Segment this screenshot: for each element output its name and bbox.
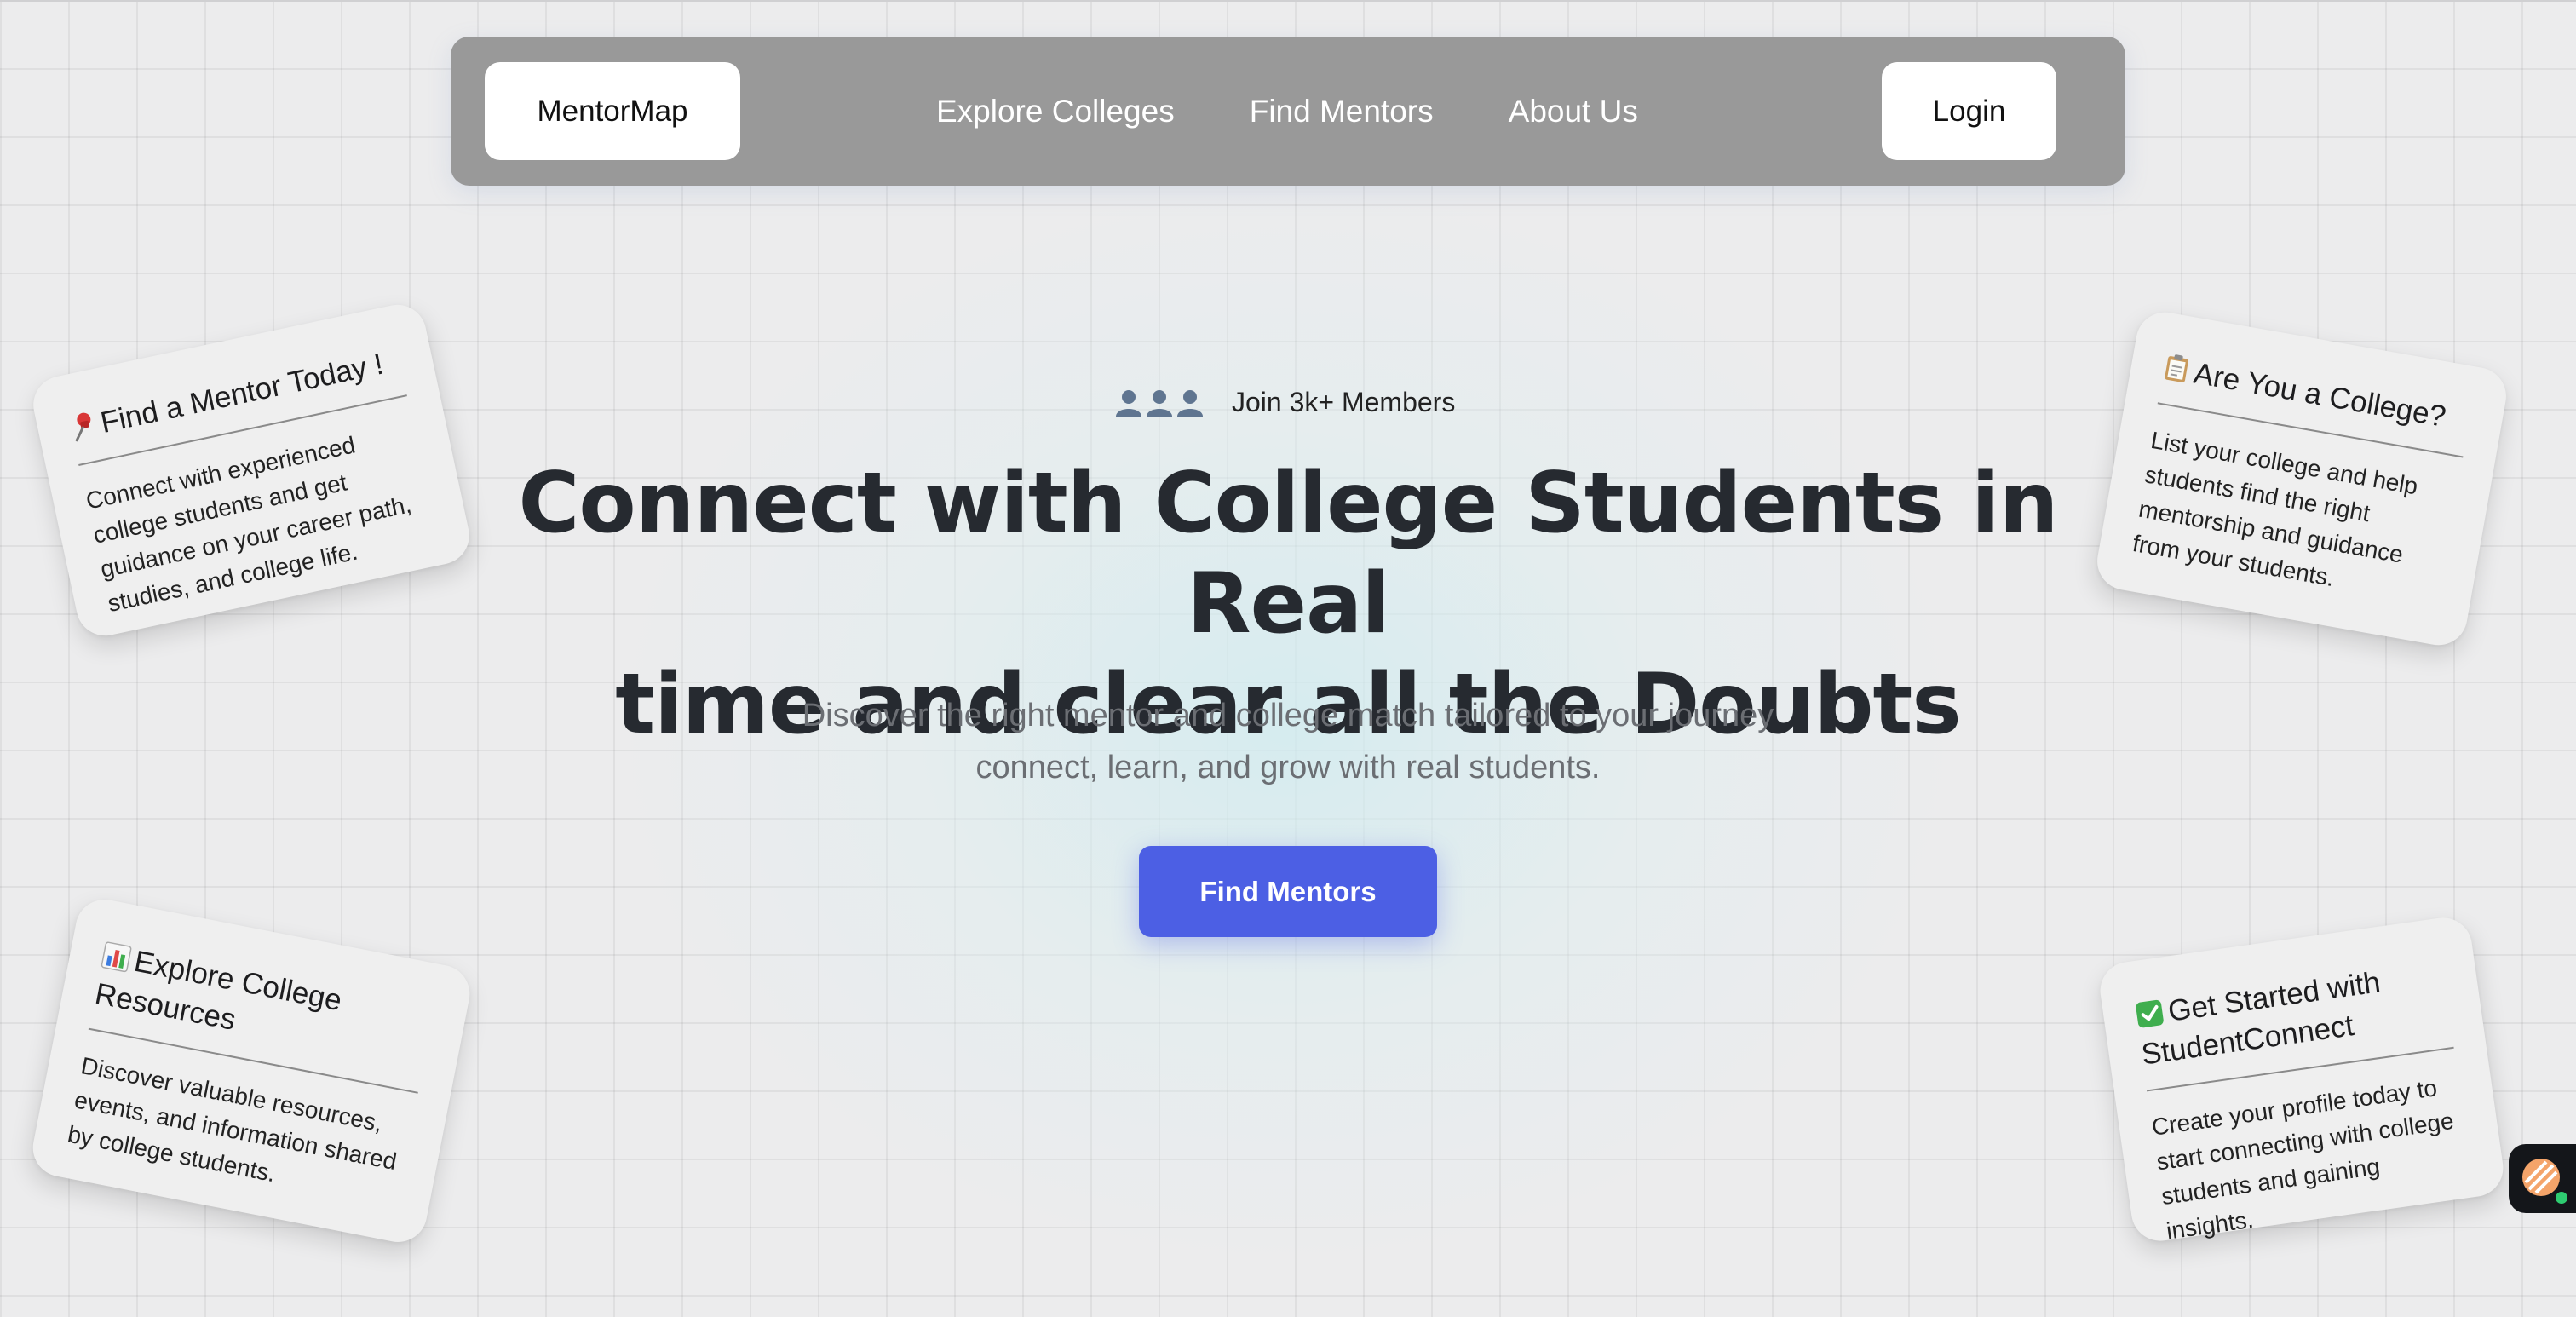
brand-button[interactable]: MentorMap	[485, 62, 740, 160]
users-icon	[1114, 388, 1206, 417]
nav-link-about-us[interactable]: About Us	[1509, 94, 1638, 129]
user-icon	[1147, 390, 1172, 417]
online-status-dot	[2552, 1188, 2570, 1206]
card-title-text: Find a Mentor Today !	[97, 347, 387, 440]
hero-subtitle-line-1: Discover the right mentor and college ma…	[802, 698, 1774, 733]
chat-support-icon	[2521, 1157, 2570, 1206]
card-title-text: Are You a College?	[2191, 356, 2449, 434]
card-title-text: Get Started with StudentConnect	[2139, 965, 2383, 1072]
card-body: List your college and help students find…	[2130, 426, 2420, 592]
login-button[interactable]: Login	[1882, 62, 2056, 160]
hero-headline-line-1: Connect with College Students in Real	[518, 455, 2058, 653]
find-mentors-button[interactable]: Find Mentors	[1139, 846, 1437, 937]
navbar: MentorMap Explore Colleges Find Mentors …	[451, 37, 2125, 186]
pushpin-icon	[75, 412, 91, 442]
card-title-text: Explore College Resources	[92, 944, 345, 1037]
bar-chart-icon	[101, 941, 132, 973]
members-count-text: Join 3k+ Members	[1232, 386, 1456, 417]
hero-subtitle-line-2: connect, learn, and grow with real stude…	[975, 750, 1601, 785]
find-mentor-card[interactable]: Find a Mentor Today ! Connect with exper…	[27, 299, 475, 641]
nav-link-find-mentors[interactable]: Find Mentors	[1250, 94, 1434, 129]
nav-link-explore-colleges[interactable]: Explore Colleges	[936, 94, 1175, 129]
hero-subtitle: Discover the right mentor and college ma…	[692, 690, 1884, 794]
user-icon	[1116, 390, 1141, 417]
card-title: Get Started with StudentConnect	[2133, 953, 2454, 1092]
card-body: Create your profile today to start conne…	[2149, 1074, 2456, 1245]
get-started-card[interactable]: Get Started with StudentConnect Create y…	[2096, 913, 2507, 1245]
college-card[interactable]: Are You a College? List your college and…	[2092, 308, 2511, 650]
user-icon	[1177, 390, 1203, 417]
nav-links: Explore Colleges Find Mentors About Us	[936, 37, 1713, 186]
explore-resources-card[interactable]: Explore College Resources Discover valua…	[27, 894, 475, 1247]
chat-support-button[interactable]	[2509, 1144, 2576, 1213]
members-badge: Join 3k+ Members	[1114, 381, 1455, 423]
clipboard-icon	[2165, 354, 2188, 382]
check-mark-icon	[2136, 999, 2164, 1028]
